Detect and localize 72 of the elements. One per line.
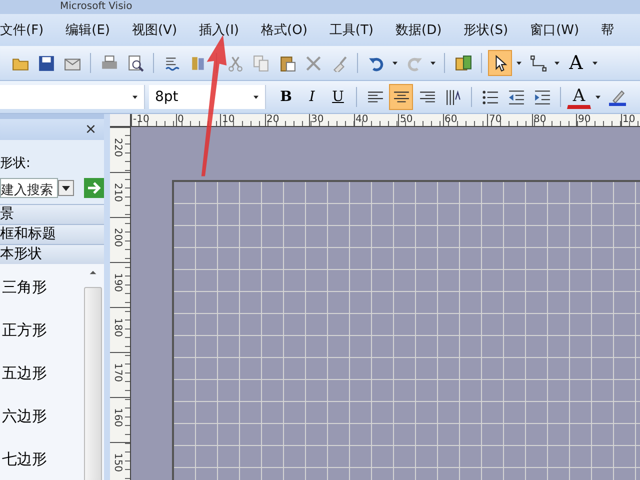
- search-field[interactable]: 建入搜索: [0, 178, 58, 198]
- ruler-label: 70: [487, 114, 532, 126]
- clipboard-icon: [278, 54, 296, 72]
- menu-item[interactable]: 数据(D): [384, 21, 452, 39]
- menu-item[interactable]: 视图(V): [120, 21, 188, 39]
- scroll-up-icon[interactable]: [89, 270, 97, 275]
- pen-icon: [608, 88, 626, 106]
- format-button[interactable]: B: [274, 84, 298, 110]
- close-button[interactable]: ×: [83, 119, 98, 140]
- search-label: 形状:: [0, 155, 32, 172]
- connector-icon: [530, 54, 546, 72]
- shape-item[interactable]: 三角形: [0, 278, 84, 321]
- text-tool-button[interactable]: A: [564, 50, 588, 76]
- ruler-label: 20: [264, 114, 309, 126]
- shape-item[interactable]: 五边形: [0, 364, 84, 407]
- ruler-label: 150: [112, 452, 124, 472]
- ruler-label: 30: [309, 114, 354, 126]
- align-right-icon: [418, 88, 436, 106]
- outdent-icon: [508, 88, 524, 106]
- menu-item[interactable]: 插入(I): [187, 21, 250, 39]
- font-size-field[interactable]: 8pt: [149, 85, 266, 109]
- scissors-icon: [226, 54, 244, 72]
- menu-item[interactable]: 编辑(E): [54, 21, 120, 39]
- dropdown-icon[interactable]: [58, 180, 74, 196]
- font-name-field[interactable]: [0, 85, 145, 109]
- cross-icon: [304, 54, 322, 72]
- ruler-label: 10: [220, 114, 264, 126]
- menu-item[interactable]: 窗口(W): [518, 21, 590, 39]
- books-icon: [190, 54, 206, 72]
- align-center-button[interactable]: [389, 84, 413, 110]
- format-button[interactable]: U: [326, 84, 350, 110]
- align-left-icon: [366, 88, 384, 106]
- bullet-list-icon: [482, 88, 498, 106]
- ruler-label: 170: [112, 362, 124, 382]
- align-center-icon: [392, 88, 410, 106]
- ruler-label: 180: [112, 318, 124, 338]
- stencil-icon: [454, 54, 472, 72]
- magnifier-page-icon: [126, 54, 144, 72]
- window-title: Microsoft Visio: [60, 0, 132, 14]
- format-button[interactable]: I: [300, 84, 324, 110]
- ruler-label: 60: [442, 114, 487, 126]
- ruler-label: 90: [576, 114, 620, 126]
- ruler-label: 210: [112, 182, 124, 202]
- ruler-label: 50: [398, 114, 442, 126]
- ruler-label: 160: [112, 408, 124, 428]
- shape-item[interactable]: 六边形: [0, 407, 84, 450]
- menu-item[interactable]: 帮: [589, 21, 624, 39]
- menu-item[interactable]: 格式(O): [249, 21, 318, 39]
- ruler-label: 80: [532, 114, 576, 126]
- shape-item[interactable]: 七边形: [0, 450, 84, 480]
- menu-item[interactable]: 形状(S): [452, 21, 518, 39]
- spelling-icon: [164, 54, 180, 72]
- copy-icon: [252, 54, 270, 72]
- font-color-button[interactable]: A: [567, 85, 591, 109]
- menu-item[interactable]: 文件(F): [0, 21, 54, 39]
- ruler-label: 10: [620, 114, 640, 126]
- stencil-header[interactable]: 本形状: [0, 244, 104, 264]
- brush-icon: [330, 54, 348, 72]
- pointer-button[interactable]: [488, 50, 512, 76]
- stencil-header[interactable]: 框和标题: [0, 224, 104, 244]
- ruler-label: 190: [112, 272, 124, 292]
- menu-item[interactable]: 工具(T): [317, 21, 384, 39]
- ruler-label: 40: [354, 114, 398, 126]
- printer-icon: [100, 54, 118, 72]
- shape-item[interactable]: 正方形: [0, 321, 84, 364]
- ruler-label: 220: [112, 138, 124, 158]
- ruler-label: 200: [112, 228, 124, 248]
- font-size-value: 8pt: [154, 89, 180, 105]
- vertical-align-icon: [444, 88, 462, 106]
- stencil-header[interactable]: 景: [0, 204, 104, 224]
- indent-icon: [534, 88, 550, 106]
- ruler-label: -10: [131, 114, 176, 126]
